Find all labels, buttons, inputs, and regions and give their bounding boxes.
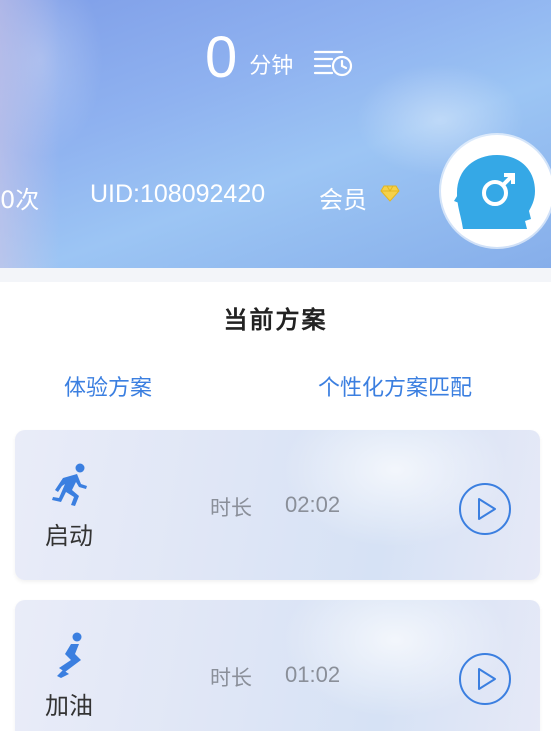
minutes-unit: 分钟 <box>249 54 294 79</box>
profile-header: 0 分钟 0次 UID:108092420 会员 <box>0 0 551 268</box>
play-icon[interactable] <box>458 482 512 536</box>
duration-value: 02:02 <box>285 492 341 517</box>
section-title: 当前方案 <box>223 306 328 334</box>
jump-icon <box>57 632 82 678</box>
plan-section: 当前方案 体验方案 个性化方案匹配 启动 时长 02:02 加油 时长 01:0… <box>0 282 551 731</box>
running-icon <box>52 463 87 506</box>
header-background-shade <box>0 0 60 268</box>
avatar[interactable] <box>441 135 551 247</box>
session-count: 0次 <box>0 186 40 214</box>
male-head-icon <box>454 155 535 229</box>
plan-card-boost[interactable]: 加油 时长 01:02 <box>15 600 540 731</box>
plan-card-start[interactable]: 启动 时长 02:02 <box>15 430 540 580</box>
play-icon[interactable] <box>458 652 512 706</box>
duration-label: 时长 <box>210 666 252 690</box>
minutes-value: 0 <box>205 25 238 90</box>
tab-personalized-plan[interactable]: 个性化方案匹配 <box>318 370 472 402</box>
user-uid: UID:108092420 <box>90 180 266 208</box>
member-label[interactable]: 会员 <box>319 180 367 215</box>
total-minutes: 0 分钟 <box>205 20 293 90</box>
duration-label: 时长 <box>210 496 252 520</box>
duration-value: 01:02 <box>285 662 341 687</box>
mode-label-start: 启动 <box>45 522 93 550</box>
tab-trial-plan[interactable]: 体验方案 <box>64 370 152 402</box>
history-list-icon[interactable] <box>312 46 354 78</box>
diamond-icon <box>380 185 400 202</box>
mode-label-boost: 加油 <box>45 692 93 720</box>
